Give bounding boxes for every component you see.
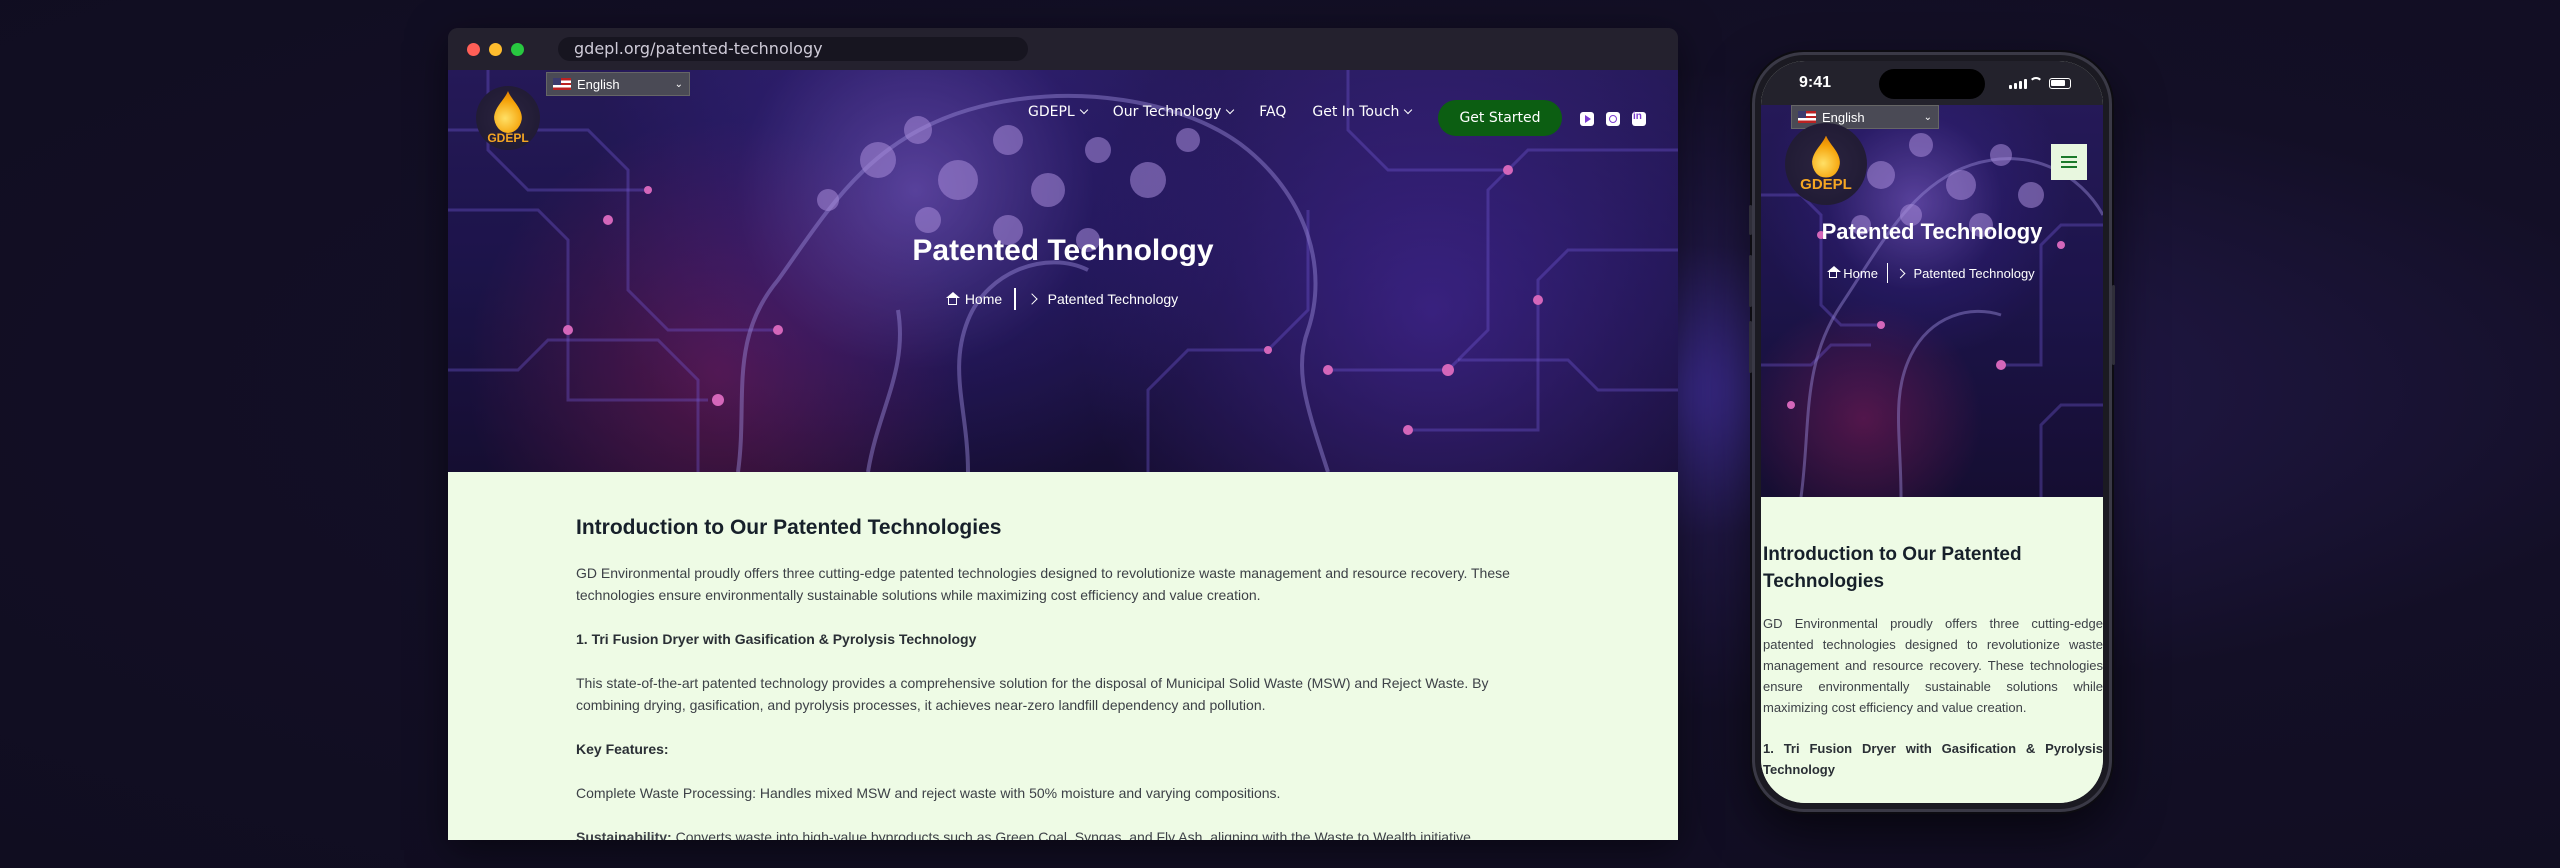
flame-drop-icon	[494, 91, 522, 133]
breadcrumb-separator	[1014, 288, 1016, 310]
hamburger-menu-button[interactable]	[2051, 144, 2087, 180]
hero-banner: English ⌄ GDEPL GDEPL Our Technology FAQ	[448, 70, 1678, 472]
us-flag-icon	[1798, 111, 1816, 123]
site-logo[interactable]: GDEPL	[476, 86, 540, 150]
breadcrumb-home-link[interactable]: Home	[1843, 266, 1878, 281]
feature-text: Converts waste into high-value byproduct…	[671, 829, 1475, 840]
signal-icon	[2009, 79, 2027, 89]
nav-item-faq[interactable]: FAQ	[1259, 104, 1286, 120]
breadcrumb: Home Patented Technology	[1761, 263, 2103, 283]
youtube-icon[interactable]	[1580, 112, 1594, 126]
chevron-down-icon: ⌄	[674, 78, 683, 90]
nav-label: FAQ	[1259, 104, 1287, 120]
instagram-icon[interactable]	[1606, 112, 1620, 126]
tech1-description: This state-of-the-art patented technolog…	[576, 675, 1489, 713]
main-navigation: GDEPL Our Technology FAQ Get In Touch	[1028, 104, 1413, 120]
chevron-down-icon: ⌄	[1923, 111, 1932, 123]
nav-label: Get In Touch	[1312, 104, 1400, 120]
nav-item-our-technology[interactable]: Our Technology	[1112, 104, 1235, 120]
feature-item: Sustainability: Converts waste into high…	[576, 826, 1550, 840]
phone-screen: 9:41 English ⌄ GDEPL Patented Technology…	[1761, 61, 2103, 803]
language-selector[interactable]: English ⌄	[546, 72, 690, 96]
breadcrumb-separator	[1886, 263, 1889, 283]
breadcrumb-current: Patented Technology	[1047, 291, 1179, 307]
chevron-right-icon	[1026, 293, 1038, 305]
close-window-button[interactable]	[467, 43, 480, 56]
minimize-window-button[interactable]	[489, 43, 502, 56]
battery-icon	[2049, 78, 2071, 89]
logo-text: GDEPL	[487, 131, 529, 145]
phone-volume-down	[1749, 321, 1752, 373]
intro-paragraph: GD Environmental proudly offers three cu…	[1763, 616, 2103, 715]
breadcrumb: Home Patented Technology	[448, 288, 1678, 310]
mobile-main-content: Introduction to Our Patented Technologie…	[1761, 497, 2103, 803]
logo-text: GDEPL	[1800, 175, 1852, 193]
chevron-down-icon	[1079, 105, 1088, 115]
feature-item: Complete Waste Processing: Handles mixed…	[576, 785, 1281, 801]
chevron-right-icon	[1896, 268, 1906, 278]
social-links	[1580, 111, 1646, 126]
flame-drop-icon	[1812, 136, 1840, 178]
dynamic-island	[1879, 69, 1985, 99]
nav-item-gdepl[interactable]: GDEPL	[1028, 104, 1088, 120]
chevron-down-icon	[1404, 105, 1413, 115]
home-icon	[1827, 266, 1842, 278]
language-label: English	[577, 76, 620, 92]
status-time: 9:41	[1799, 74, 1832, 91]
main-content: Introduction to Our Patented Technologie…	[448, 472, 1678, 840]
section-heading: Introduction to Our Patented Technologie…	[576, 516, 1002, 539]
phone-mute-switch	[1749, 205, 1752, 235]
chevron-down-icon	[1226, 105, 1235, 115]
browser-titlebar: gdepl.org/patented-technology	[448, 28, 1678, 70]
tech1-title: 1. Tri Fusion Dryer with Gasification & …	[576, 631, 977, 647]
phone-status-bar: 9:41	[1761, 61, 2103, 105]
feature-label: Sustainability:	[576, 829, 672, 840]
key-features-heading: Key Features:	[576, 741, 669, 757]
nav-item-get-in-touch[interactable]: Get In Touch	[1312, 104, 1413, 120]
section-heading: Introduction to Our Patented Technologie…	[1763, 544, 2022, 592]
desktop-browser-window: gdepl.org/patented-technology English ⌄ …	[448, 28, 1678, 840]
page-title: Patented Technology	[1821, 219, 2043, 244]
mobile-hero-banner: English ⌄ GDEPL Patented Technology Home…	[1761, 105, 2103, 497]
maximize-window-button[interactable]	[511, 43, 524, 56]
nav-label: GDEPL	[1028, 104, 1075, 120]
get-started-button[interactable]: Get Started	[1438, 100, 1562, 136]
home-icon	[945, 291, 960, 305]
linkedin-icon[interactable]	[1632, 111, 1646, 126]
breadcrumb-current: Patented Technology	[1913, 265, 2035, 281]
address-bar[interactable]: gdepl.org/patented-technology	[558, 37, 1028, 61]
page-title: Patented Technology	[912, 234, 1214, 267]
tech1-title: 1. Tri Fusion Dryer with Gasification & …	[1763, 741, 2103, 777]
mobile-phone-frame: 9:41 English ⌄ GDEPL Patented Technology…	[1749, 52, 2115, 812]
phone-volume-up	[1749, 255, 1752, 307]
site-logo[interactable]: GDEPL	[1785, 123, 1867, 205]
intro-paragraph: GD Environmental proudly offers three cu…	[576, 565, 1510, 603]
us-flag-icon	[553, 78, 571, 90]
phone-power-button	[2112, 285, 2115, 365]
wifi-icon	[2029, 77, 2043, 87]
breadcrumb-home-link[interactable]: Home	[965, 291, 1002, 307]
desktop-viewport: English ⌄ GDEPL GDEPL Our Technology FAQ	[448, 70, 1678, 840]
nav-label: Our Technology	[1112, 104, 1222, 120]
